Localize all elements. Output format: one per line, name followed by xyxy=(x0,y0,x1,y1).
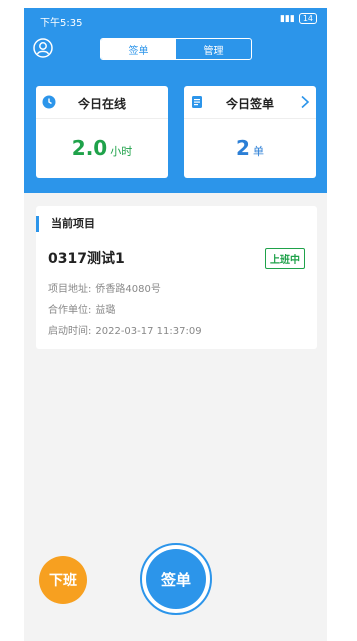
sign-button[interactable]: 签单 xyxy=(146,549,206,609)
status-badge: 上班中 xyxy=(265,248,305,269)
app-container: 下午5:35 ▮▮▮ 14 签单 管理 今日在线 2.0 小时 今日签单 2 单… xyxy=(24,8,327,641)
project-partner: 合作单位: 益璐 xyxy=(48,301,115,316)
address-label: 项目地址: xyxy=(48,284,92,295)
sign-button-ring[interactable]: 签单 xyxy=(140,543,212,615)
screen: 下午5:35 ▮▮▮ 14 签单 管理 今日在线 2.0 小时 今日签单 2 单… xyxy=(0,0,357,641)
status-bar: 下午5:35 ▮▮▮ 14 xyxy=(24,8,327,32)
chevron-right-icon[interactable] xyxy=(300,95,310,109)
signs-card-value: 2单 xyxy=(184,136,316,160)
battery-icon: 14 xyxy=(298,13,317,24)
header: 下午5:35 ▮▮▮ 14 签单 管理 今日在线 2.0 小时 今日签单 2 单 xyxy=(24,8,327,193)
tab-sign[interactable]: 签单 xyxy=(101,39,176,59)
avatar-icon[interactable] xyxy=(33,38,53,58)
online-hours: 2.0 xyxy=(71,136,108,160)
partner-label: 合作单位: xyxy=(48,305,92,316)
project-address: 项目地址: 侨香路4080号 xyxy=(48,280,161,295)
segmented-control: 签单 管理 xyxy=(100,38,252,60)
status-time: 下午5:35 xyxy=(40,18,83,29)
signs-card-title: 今日签单 xyxy=(225,97,274,111)
signs-count: 2 xyxy=(236,136,250,160)
start-label: 启动时间: xyxy=(48,326,92,337)
address-value: 侨香路4080号 xyxy=(95,284,161,295)
signs-card-header: 今日签单 xyxy=(184,86,316,119)
online-card-header: 今日在线 xyxy=(36,86,168,119)
online-card-value: 2.0 小时 xyxy=(36,136,168,160)
signs-unit: 单 xyxy=(252,145,264,158)
project-start-time: 启动时间: 2022-03-17 11:37:09 xyxy=(48,322,202,337)
partner-value: 益璐 xyxy=(95,305,116,316)
signs-card[interactable]: 今日签单 2单 xyxy=(184,86,316,178)
online-card-title: 今日在线 xyxy=(77,97,126,111)
tab-manage[interactable]: 管理 xyxy=(176,39,251,59)
start-value: 2022-03-17 11:37:09 xyxy=(95,326,202,337)
project-name: 0317测试1 xyxy=(48,251,125,267)
off-duty-button[interactable]: 下班 xyxy=(39,556,87,604)
online-card: 今日在线 2.0 小时 xyxy=(36,86,168,178)
section-title: 当前项目 xyxy=(36,216,95,232)
status-icons: ▮▮▮ 14 xyxy=(280,13,317,24)
online-unit: 小时 xyxy=(110,145,133,158)
current-project-card: 当前项目 0317测试1 上班中 项目地址: 侨香路4080号 合作单位: 益璐 启… xyxy=(36,206,317,349)
signal-icon: ▮▮▮ xyxy=(279,13,295,24)
